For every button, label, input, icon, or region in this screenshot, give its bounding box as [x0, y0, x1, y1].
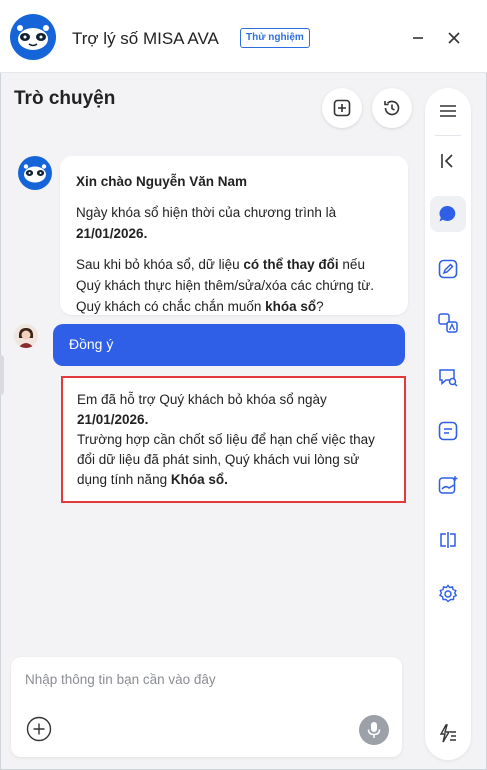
compare-icon [440, 532, 456, 548]
quick-action-icon [439, 724, 456, 743]
minimize-button[interactable] [408, 28, 428, 48]
menu-button[interactable] [430, 93, 466, 129]
settings-icon [439, 584, 458, 603]
page-title: Trò chuyện [14, 88, 116, 109]
bot-lock-date-text: Ngày khóa sổ hiện thời của chương trình … [76, 205, 337, 241]
minimize-icon [413, 37, 423, 39]
collapse-icon [441, 154, 453, 168]
rail-item-note[interactable] [430, 413, 466, 449]
chat-search-icon [439, 369, 458, 387]
reply-text: Em đã hỗ trợ Quý khách bỏ khóa sổ ngày 21… [77, 392, 375, 487]
new-chat-icon [333, 99, 351, 117]
history-icon [384, 100, 400, 116]
rail-item-chat-search[interactable] [430, 359, 466, 395]
rail-item-edit[interactable] [430, 251, 466, 287]
tool-rail [425, 88, 471, 760]
chat-input-box [11, 657, 402, 757]
close-button[interactable] [444, 28, 464, 48]
bot-avatar [18, 156, 52, 190]
beta-badge: Thử nghiệm [240, 28, 310, 48]
rail-item-compare[interactable] [430, 522, 466, 558]
rail-item-chat[interactable] [430, 196, 466, 232]
rail-item-translate[interactable] [430, 305, 466, 341]
ava-logo-icon [10, 14, 56, 60]
history-button[interactable] [372, 88, 412, 128]
rail-item-quick-action[interactable] [430, 716, 466, 752]
bot-message: Xin chào Nguyễn Văn Nam Ngày khóa sổ hiệ… [60, 156, 408, 315]
chat-input[interactable] [23, 671, 387, 688]
voice-input-button[interactable] [359, 715, 389, 745]
microphone-icon [367, 722, 381, 738]
rail-item-image-ai[interactable] [430, 467, 466, 503]
app-title: Trợ lý số MISA AVA [72, 29, 219, 48]
chat-icon [439, 205, 456, 222]
collapse-button[interactable] [430, 143, 466, 179]
menu-icon [440, 105, 456, 117]
app-header: Trợ lý số MISA AVA Thử nghiệm [0, 0, 487, 73]
rail-item-settings[interactable] [430, 576, 466, 612]
plus-circle-icon [26, 716, 52, 742]
new-chat-button[interactable] [322, 88, 362, 128]
image-ai-icon [438, 476, 458, 494]
bot-warning-text: Sau khi bỏ khóa sổ, dữ liệu có thể thay … [76, 257, 375, 314]
bot-greeting: Xin chào Nguyễn Văn Nam [76, 174, 248, 189]
user-avatar [14, 324, 38, 348]
edit-icon [438, 259, 458, 279]
translate-icon [438, 313, 458, 333]
rail-divider [435, 135, 461, 136]
attach-button[interactable] [25, 715, 53, 743]
note-icon [438, 421, 458, 441]
close-icon [448, 32, 460, 44]
side-drag-handle[interactable] [0, 355, 4, 395]
bot-reply-message: Em đã hỗ trợ Quý khách bỏ khóa sổ ngày 21… [61, 376, 406, 503]
user-message: Đồng ý [53, 324, 405, 366]
